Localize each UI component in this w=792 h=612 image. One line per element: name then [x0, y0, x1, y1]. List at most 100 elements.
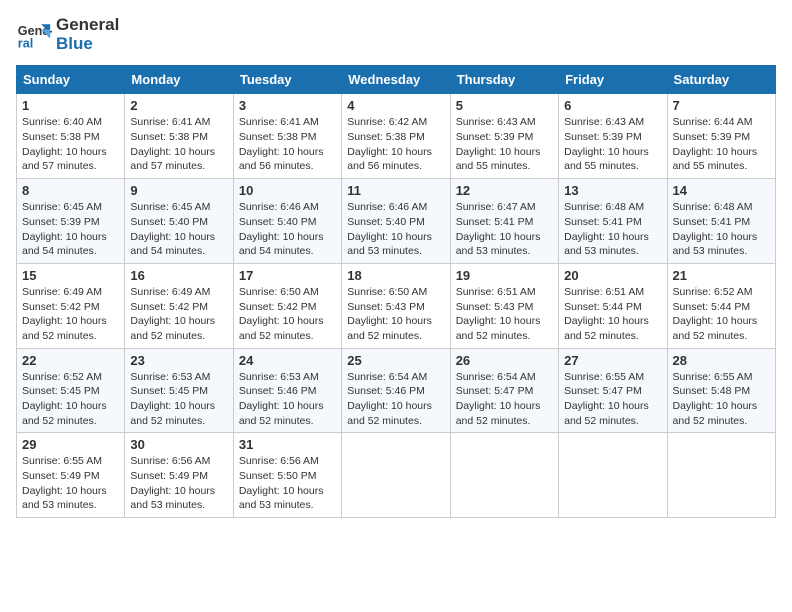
day-info: Sunrise: 6:43 AM Sunset: 5:39 PM Dayligh…: [564, 115, 661, 174]
day-number: 19: [456, 268, 553, 283]
col-thursday: Thursday: [450, 66, 558, 94]
day-number: 27: [564, 353, 661, 368]
calendar-cell: 25 Sunrise: 6:54 AM Sunset: 5:46 PM Dayl…: [342, 348, 450, 433]
logo: Gene- ral General Blue: [16, 16, 119, 53]
day-number: 23: [130, 353, 227, 368]
day-info: Sunrise: 6:51 AM Sunset: 5:43 PM Dayligh…: [456, 285, 553, 344]
calendar-cell: 6 Sunrise: 6:43 AM Sunset: 5:39 PM Dayli…: [559, 94, 667, 179]
logo-line1: General: [56, 16, 119, 35]
day-number: 9: [130, 183, 227, 198]
day-number: 21: [673, 268, 770, 283]
day-info: Sunrise: 6:55 AM Sunset: 5:49 PM Dayligh…: [22, 454, 119, 513]
page-header: Gene- ral General Blue: [16, 16, 776, 53]
day-info: Sunrise: 6:41 AM Sunset: 5:38 PM Dayligh…: [130, 115, 227, 174]
calendar-cell: 22 Sunrise: 6:52 AM Sunset: 5:45 PM Dayl…: [17, 348, 125, 433]
day-number: 3: [239, 98, 336, 113]
day-info: Sunrise: 6:50 AM Sunset: 5:42 PM Dayligh…: [239, 285, 336, 344]
calendar-cell: 7 Sunrise: 6:44 AM Sunset: 5:39 PM Dayli…: [667, 94, 775, 179]
day-number: 16: [130, 268, 227, 283]
calendar-row: 8 Sunrise: 6:45 AM Sunset: 5:39 PM Dayli…: [17, 179, 776, 264]
col-monday: Monday: [125, 66, 233, 94]
day-info: Sunrise: 6:54 AM Sunset: 5:47 PM Dayligh…: [456, 370, 553, 429]
calendar-cell: 27 Sunrise: 6:55 AM Sunset: 5:47 PM Dayl…: [559, 348, 667, 433]
day-number: 25: [347, 353, 444, 368]
day-info: Sunrise: 6:52 AM Sunset: 5:44 PM Dayligh…: [673, 285, 770, 344]
calendar-cell: 21 Sunrise: 6:52 AM Sunset: 5:44 PM Dayl…: [667, 263, 775, 348]
calendar-cell: 2 Sunrise: 6:41 AM Sunset: 5:38 PM Dayli…: [125, 94, 233, 179]
day-info: Sunrise: 6:55 AM Sunset: 5:48 PM Dayligh…: [673, 370, 770, 429]
day-number: 13: [564, 183, 661, 198]
day-number: 20: [564, 268, 661, 283]
day-number: 18: [347, 268, 444, 283]
calendar-row: 22 Sunrise: 6:52 AM Sunset: 5:45 PM Dayl…: [17, 348, 776, 433]
day-number: 4: [347, 98, 444, 113]
day-number: 8: [22, 183, 119, 198]
day-number: 11: [347, 183, 444, 198]
day-number: 5: [456, 98, 553, 113]
day-number: 15: [22, 268, 119, 283]
calendar-cell: 3 Sunrise: 6:41 AM Sunset: 5:38 PM Dayli…: [233, 94, 341, 179]
calendar-cell: 11 Sunrise: 6:46 AM Sunset: 5:40 PM Dayl…: [342, 179, 450, 264]
calendar-cell: 15 Sunrise: 6:49 AM Sunset: 5:42 PM Dayl…: [17, 263, 125, 348]
calendar-cell: 10 Sunrise: 6:46 AM Sunset: 5:40 PM Dayl…: [233, 179, 341, 264]
day-number: 28: [673, 353, 770, 368]
calendar-cell: [667, 433, 775, 518]
day-info: Sunrise: 6:56 AM Sunset: 5:49 PM Dayligh…: [130, 454, 227, 513]
day-number: 17: [239, 268, 336, 283]
col-tuesday: Tuesday: [233, 66, 341, 94]
calendar-cell: 16 Sunrise: 6:49 AM Sunset: 5:42 PM Dayl…: [125, 263, 233, 348]
calendar-cell: 4 Sunrise: 6:42 AM Sunset: 5:38 PM Dayli…: [342, 94, 450, 179]
day-number: 7: [673, 98, 770, 113]
calendar-cell: 18 Sunrise: 6:50 AM Sunset: 5:43 PM Dayl…: [342, 263, 450, 348]
calendar-row: 1 Sunrise: 6:40 AM Sunset: 5:38 PM Dayli…: [17, 94, 776, 179]
day-info: Sunrise: 6:49 AM Sunset: 5:42 PM Dayligh…: [22, 285, 119, 344]
day-number: 10: [239, 183, 336, 198]
day-number: 30: [130, 437, 227, 452]
day-info: Sunrise: 6:46 AM Sunset: 5:40 PM Dayligh…: [239, 200, 336, 259]
calendar-cell: 5 Sunrise: 6:43 AM Sunset: 5:39 PM Dayli…: [450, 94, 558, 179]
day-info: Sunrise: 6:44 AM Sunset: 5:39 PM Dayligh…: [673, 115, 770, 174]
day-info: Sunrise: 6:46 AM Sunset: 5:40 PM Dayligh…: [347, 200, 444, 259]
calendar-row: 15 Sunrise: 6:49 AM Sunset: 5:42 PM Dayl…: [17, 263, 776, 348]
calendar-cell: 17 Sunrise: 6:50 AM Sunset: 5:42 PM Dayl…: [233, 263, 341, 348]
day-info: Sunrise: 6:40 AM Sunset: 5:38 PM Dayligh…: [22, 115, 119, 174]
calendar-cell: 30 Sunrise: 6:56 AM Sunset: 5:49 PM Dayl…: [125, 433, 233, 518]
day-info: Sunrise: 6:52 AM Sunset: 5:45 PM Dayligh…: [22, 370, 119, 429]
day-number: 14: [673, 183, 770, 198]
calendar-cell: 24 Sunrise: 6:53 AM Sunset: 5:46 PM Dayl…: [233, 348, 341, 433]
day-info: Sunrise: 6:48 AM Sunset: 5:41 PM Dayligh…: [564, 200, 661, 259]
calendar-header-row: Sunday Monday Tuesday Wednesday Thursday…: [17, 66, 776, 94]
day-info: Sunrise: 6:53 AM Sunset: 5:46 PM Dayligh…: [239, 370, 336, 429]
svg-text:ral: ral: [18, 36, 33, 50]
day-info: Sunrise: 6:54 AM Sunset: 5:46 PM Dayligh…: [347, 370, 444, 429]
day-info: Sunrise: 6:56 AM Sunset: 5:50 PM Dayligh…: [239, 454, 336, 513]
calendar-cell: 31 Sunrise: 6:56 AM Sunset: 5:50 PM Dayl…: [233, 433, 341, 518]
day-number: 31: [239, 437, 336, 452]
calendar-row: 29 Sunrise: 6:55 AM Sunset: 5:49 PM Dayl…: [17, 433, 776, 518]
day-info: Sunrise: 6:50 AM Sunset: 5:43 PM Dayligh…: [347, 285, 444, 344]
calendar-cell: 28 Sunrise: 6:55 AM Sunset: 5:48 PM Dayl…: [667, 348, 775, 433]
day-number: 22: [22, 353, 119, 368]
day-info: Sunrise: 6:55 AM Sunset: 5:47 PM Dayligh…: [564, 370, 661, 429]
calendar-table: Sunday Monday Tuesday Wednesday Thursday…: [16, 65, 776, 518]
day-info: Sunrise: 6:41 AM Sunset: 5:38 PM Dayligh…: [239, 115, 336, 174]
calendar-cell: 13 Sunrise: 6:48 AM Sunset: 5:41 PM Dayl…: [559, 179, 667, 264]
calendar-cell: 1 Sunrise: 6:40 AM Sunset: 5:38 PM Dayli…: [17, 94, 125, 179]
calendar-cell: 8 Sunrise: 6:45 AM Sunset: 5:39 PM Dayli…: [17, 179, 125, 264]
calendar-cell: 23 Sunrise: 6:53 AM Sunset: 5:45 PM Dayl…: [125, 348, 233, 433]
calendar-cell: 12 Sunrise: 6:47 AM Sunset: 5:41 PM Dayl…: [450, 179, 558, 264]
calendar-cell: 26 Sunrise: 6:54 AM Sunset: 5:47 PM Dayl…: [450, 348, 558, 433]
day-number: 24: [239, 353, 336, 368]
day-info: Sunrise: 6:43 AM Sunset: 5:39 PM Dayligh…: [456, 115, 553, 174]
logo-line2: Blue: [56, 35, 119, 54]
calendar-cell: [559, 433, 667, 518]
calendar-cell: [342, 433, 450, 518]
calendar-cell: 20 Sunrise: 6:51 AM Sunset: 5:44 PM Dayl…: [559, 263, 667, 348]
day-info: Sunrise: 6:51 AM Sunset: 5:44 PM Dayligh…: [564, 285, 661, 344]
col-wednesday: Wednesday: [342, 66, 450, 94]
calendar-cell: 14 Sunrise: 6:48 AM Sunset: 5:41 PM Dayl…: [667, 179, 775, 264]
day-number: 1: [22, 98, 119, 113]
day-number: 29: [22, 437, 119, 452]
day-number: 26: [456, 353, 553, 368]
day-info: Sunrise: 6:45 AM Sunset: 5:40 PM Dayligh…: [130, 200, 227, 259]
